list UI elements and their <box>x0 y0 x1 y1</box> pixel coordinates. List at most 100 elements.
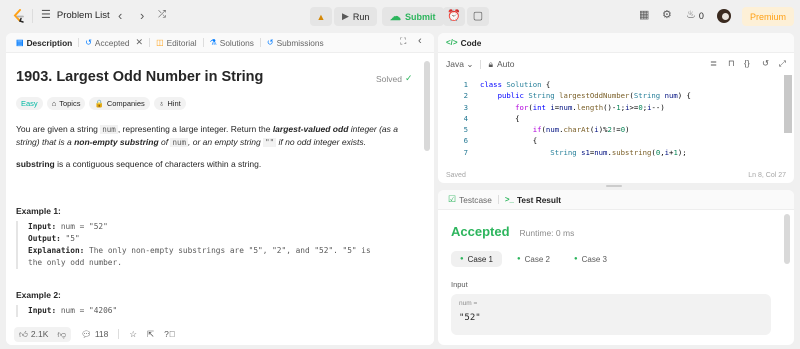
expand-icon[interactable]: ⤢ <box>779 58 786 69</box>
lightbulb-icon: ♁ <box>158 99 165 108</box>
code-header: </> Code <box>438 33 794 53</box>
checkbox-icon: ☑ <box>448 194 457 204</box>
tab-editorial[interactable]: ◫ Editorial <box>150 33 203 53</box>
tag-icon: ⌂ <box>51 99 57 108</box>
run-button[interactable]: ▶ Run <box>334 7 378 26</box>
description-scrollbar[interactable] <box>424 61 430 151</box>
close-icon[interactable]: ✕ <box>136 37 144 48</box>
result-status: Accepted <box>451 224 510 239</box>
cloud-upload-icon: ☁ <box>390 11 401 23</box>
code-scrollbar[interactable] <box>784 75 792 133</box>
tab-test-result[interactable]: >_ Test Result <box>499 190 567 210</box>
test-panel: ☑ Testcase >_ Test Result Accepted Runti… <box>438 190 794 345</box>
fullscreen-icon[interactable]: ⛶ <box>400 37 406 46</box>
tab-testcase[interactable]: ☑ Testcase <box>442 190 498 210</box>
companies-tag[interactable]: 🔒 Companies <box>89 97 150 110</box>
input-box: num = "52" <box>451 294 771 335</box>
problem-tags: Easy ⌂ Topics 🔒 Companies ♁ Hint <box>16 97 190 110</box>
solved-status: Solved ✓ <box>376 73 413 84</box>
alarm-icon: ⏰ <box>447 10 461 22</box>
streak-counter[interactable]: ♨ 0 <box>686 10 704 21</box>
description-content: 1903. Largest Odd Number in String Solve… <box>6 53 423 323</box>
language-select[interactable]: Java ⌄ <box>446 59 473 70</box>
description-tabs: ▤ Description ↺ Accepted ✕ ◫ Editorial ⚗… <box>6 33 434 53</box>
note-icon: ▢ <box>472 10 484 22</box>
comment-icon: 💬︎ <box>81 328 92 339</box>
like-button[interactable]: 👍︎ 2.1K 👎︎ <box>14 326 72 342</box>
share-icon[interactable]: ⇱ <box>147 329 154 340</box>
problem-list-button[interactable]: ☰ Problem List <box>41 9 110 22</box>
variable-label: num = <box>459 300 478 307</box>
book-icon: ◫ <box>156 38 164 47</box>
play-icon: ▶ <box>342 11 349 21</box>
debug-button[interactable]: ▲ <box>310 7 332 26</box>
difficulty-badge: Easy <box>16 97 43 110</box>
format-icon[interactable]: ≣ <box>710 58 717 69</box>
thumbs-down-icon[interactable]: 👎︎ <box>57 329 66 340</box>
substring-definition: substring is a contiguous sequence of ch… <box>16 159 262 169</box>
braces-icon[interactable]: {} <box>744 58 750 68</box>
case-tabs: ● Case 1 ● Case 2 ● Case 3 <box>451 251 622 267</box>
example-2-title: Example 2: <box>16 290 61 300</box>
editor-toolbar: Java ⌄ 🔒︎ Auto ≣ ⊓ {} ↺ ⤢ <box>446 58 786 70</box>
leetcode-logo-icon[interactable] <box>12 9 26 23</box>
check-circle-icon: ✓ <box>405 73 413 83</box>
user-avatar[interactable] <box>717 9 731 23</box>
problem-statement: You are given a string num, representing… <box>16 124 399 147</box>
case-3-tab[interactable]: ● Case 3 <box>565 251 616 267</box>
document-icon: ▤ <box>16 38 24 47</box>
submit-button[interactable]: ☁ Submit <box>382 7 444 26</box>
shuffle-icon[interactable]: ⤮ <box>158 10 166 20</box>
premium-button[interactable]: Premium <box>742 7 795 26</box>
test-tabs: ☑ Testcase >_ Test Result <box>438 190 794 210</box>
lock-icon: 🔒︎ <box>488 58 493 69</box>
notes-button[interactable]: ▢ <box>467 7 489 26</box>
panel-resize-handle[interactable] <box>606 185 622 187</box>
flask-icon: ⚗ <box>209 38 217 47</box>
dot-icon: ● <box>460 256 464 262</box>
input-label: Input <box>451 280 468 289</box>
reset-icon[interactable]: ↺ <box>762 58 769 69</box>
topics-tag[interactable]: ⌂ Topics <box>46 97 86 110</box>
terminal-icon: >_ <box>504 195 514 204</box>
description-footer: 👍︎ 2.1K 👎︎ 💬︎ 118 ☆ ⇱ ?⃝ <box>6 323 434 345</box>
bookmark-icon[interactable]: ⊓ <box>728 58 735 69</box>
problem-title[interactable]: 1903. Largest Odd Number in String <box>16 69 263 85</box>
case-2-tab[interactable]: ● Case 2 <box>508 251 559 267</box>
example-1-title: Example 1: <box>16 206 61 216</box>
case-1-tab[interactable]: ● Case 1 <box>451 251 502 267</box>
settings-gear-icon[interactable]: ⚙ <box>662 10 672 21</box>
bug-icon: ▲ <box>316 11 326 22</box>
thumbs-up-icon: 👍︎ <box>19 328 28 339</box>
layout-grid-icon[interactable]: ▦ <box>639 10 649 21</box>
star-icon[interactable]: ☆ <box>129 329 137 340</box>
timer-button[interactable]: ⏰ <box>443 7 465 26</box>
next-problem-icon[interactable]: › <box>140 9 144 22</box>
code-editor[interactable]: 1 class Solution { 2 public String larges… <box>450 79 780 158</box>
history-icon: ↺ <box>266 38 274 47</box>
variable-value: "52" <box>459 313 481 323</box>
tab-description[interactable]: ▤ Description <box>10 33 78 53</box>
result-scrollbar[interactable] <box>784 214 790 264</box>
code-brackets-icon: </> <box>446 38 458 47</box>
dot-icon: ● <box>573 256 578 262</box>
tab-accepted[interactable]: ↺ Accepted ✕ <box>79 33 149 53</box>
lock-icon: 🔒 <box>94 99 104 108</box>
history-icon: ↺ <box>85 38 92 47</box>
comments-button[interactable]: 💬︎ 118 <box>81 329 108 340</box>
help-icon[interactable]: ?⃝ <box>164 329 175 339</box>
example-1-block: Input: num = "52" Output: "5" Explanatio… <box>16 221 414 269</box>
flame-icon: ♨ <box>686 9 696 21</box>
description-panel: ▤ Description ↺ Accepted ✕ ◫ Editorial ⚗… <box>6 33 434 345</box>
prev-problem-icon[interactable]: ‹ <box>118 9 122 22</box>
hint-tag[interactable]: ♁ Hint <box>153 97 186 110</box>
dot-icon: ● <box>516 256 521 262</box>
result-header: Accepted Runtime: 0 ms <box>451 224 574 239</box>
tab-solutions[interactable]: ⚗ Solutions <box>204 33 260 53</box>
runtime: Runtime: 0 ms <box>519 228 575 238</box>
tab-submissions[interactable]: ↺ Submissions <box>261 33 330 53</box>
collapse-icon[interactable]: ‹ <box>418 36 422 47</box>
list-icon: ☰ <box>41 9 51 21</box>
top-bar: ☰ Problem List ‹ › ⤮ ▲ ▶ Run ☁ Submit ⏰ … <box>0 0 800 33</box>
code-panel: </> Code Java ⌄ 🔒︎ Auto ≣ ⊓ {} ↺ ⤢ 1 clas… <box>438 33 794 183</box>
